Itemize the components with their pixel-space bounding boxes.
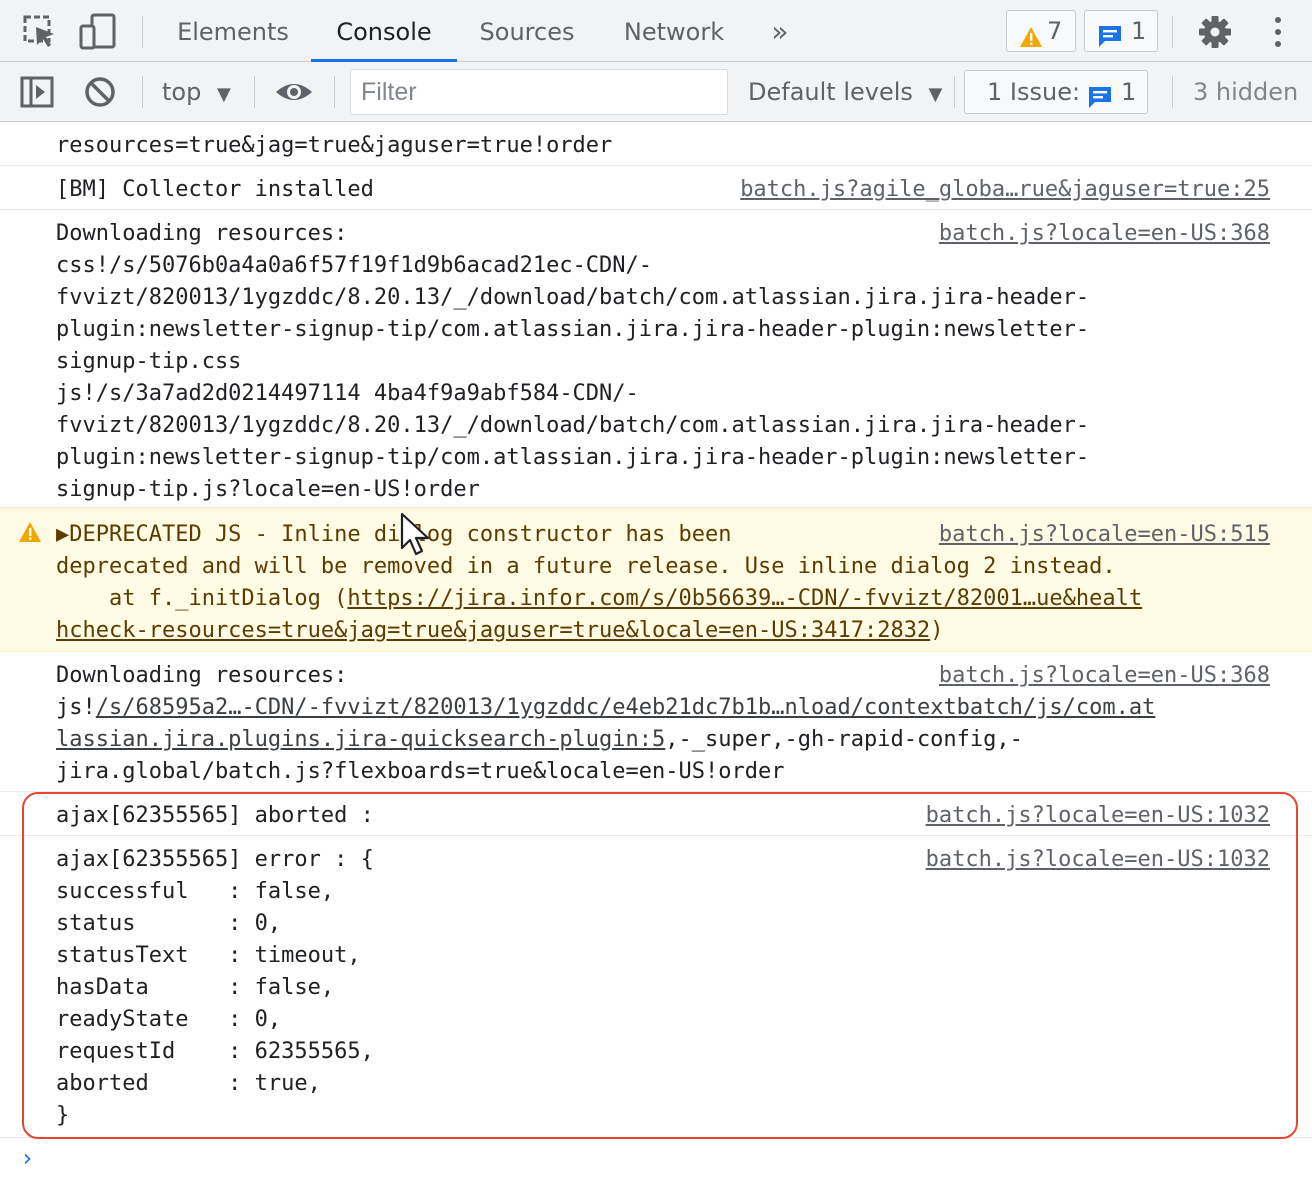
resource-link[interactable]: lassian.jira.plugins.jira-quicksearch-pl… — [56, 727, 665, 752]
source-link[interactable]: batch.js?locale=en-US:368 — [939, 218, 1270, 250]
console-line: ▶DEPRECATED JS - Inline dialog construct… — [56, 522, 732, 547]
console-line: [BM] Collector installed — [56, 177, 374, 202]
tab-elements[interactable]: Elements — [163, 0, 303, 62]
issues-label: 1 Issue: — [987, 78, 1081, 106]
show-sidebar-icon[interactable] — [18, 72, 58, 112]
more-options-icon[interactable] — [1258, 12, 1298, 52]
console-message: Downloading resources: batch.js?locale=e… — [0, 210, 1312, 508]
divider — [334, 76, 335, 108]
stack-frame-suffix: ) — [930, 618, 944, 643]
context-selector[interactable]: top ▼ — [162, 62, 231, 122]
console-line: css!/s/5076b0a4a0a6f57f19f1d9b6acad21ec-… — [56, 253, 653, 278]
tab-network[interactable]: Network — [610, 0, 738, 62]
divider — [142, 76, 143, 108]
source-link[interactable]: batch.js?locale=en-US:1032 — [926, 800, 1270, 832]
warnings-counter[interactable]: 7 — [1006, 10, 1076, 52]
log-levels-label: Default levels — [748, 78, 913, 106]
warning-icon — [1019, 20, 1043, 60]
stack-frame-link[interactable]: https://jira.infor.com/s/0b56639…-CDN/-f… — [347, 586, 1142, 611]
divider — [1172, 76, 1173, 108]
console-line: fvvizt/820013/1ygzddc/8.20.13/_/download… — [56, 285, 1090, 310]
console-message: ajax[62355565] error : { batch.js?locale… — [0, 836, 1312, 1138]
console-warning-message[interactable]: ▶DEPRECATED JS - Inline dialog construct… — [0, 508, 1312, 652]
divider — [142, 16, 143, 48]
settings-gear-icon[interactable] — [1195, 12, 1235, 52]
console-line: js!/s/68595a2…-CDN/-fvvizt/820013/1ygzdd… — [56, 692, 1155, 724]
console-line: status : 0, — [56, 911, 282, 936]
warnings-count: 7 — [1047, 17, 1063, 45]
tab-console[interactable]: Console — [311, 0, 457, 62]
more-tabs-button[interactable]: » — [760, 0, 800, 62]
messages-count: 1 — [1131, 17, 1147, 45]
console-toolbar: top ▼ Default levels ▼ 1 Issue: 1 3 hidd… — [0, 62, 1312, 122]
live-expression-eye-icon[interactable] — [274, 72, 314, 112]
devtools-tab-bar: Elements Console Sources Network » 7 1 — [0, 0, 1312, 62]
console-line: requestId : 62355565, — [56, 1039, 374, 1064]
source-link[interactable]: batch.js?locale=en-US:1032 — [926, 844, 1270, 876]
console-output[interactable]: - - - - resources=true&jag=true&jaguser=… — [0, 122, 1312, 1188]
console-line: resources=true&jag=true&jaguser=true!ord… — [56, 133, 613, 158]
console-line: statusText : timeout, — [56, 943, 361, 968]
tab-sources[interactable]: Sources — [467, 0, 587, 62]
console-message: [BM] Collector installed batch.js?agile_… — [0, 166, 1312, 210]
divider — [954, 76, 955, 108]
console-line: fvvizt/820013/1ygzddc/8.20.13/_/download… — [56, 413, 1090, 438]
console-line: plugin:newsletter-signup-tip/com.atlassi… — [56, 445, 1090, 470]
warning-icon — [18, 521, 42, 549]
message-icon — [1087, 81, 1113, 121]
console-line: successful : false, — [56, 879, 335, 904]
divider — [254, 76, 255, 108]
source-link[interactable]: batch.js?locale=en-US:515 — [939, 519, 1270, 551]
console-line: } — [56, 1103, 70, 1128]
console-line: deprecated and will be removed in a futu… — [56, 554, 1116, 579]
line-suffix: ,-_super,-gh-rapid-config,- — [665, 727, 1023, 752]
console-line: signup-tip.css — [56, 349, 242, 374]
console-line: readyState : 0, — [56, 1007, 282, 1032]
chevron-down-icon: ▼ — [216, 84, 231, 105]
stack-frame-link[interactable]: hcheck-resources=true&jag=true&jaguser=t… — [56, 618, 930, 643]
console-line: hasData : false, — [56, 975, 335, 1000]
source-link[interactable]: batch.js?locale=en-US:368 — [939, 660, 1270, 692]
resource-link[interactable]: /s/68595a2…-CDN/-fvvizt/820013/1ygzddc/e… — [96, 695, 1156, 720]
line-prefix: js! — [56, 695, 96, 720]
console-line: jira.global/batch.js?flexboards=true&loc… — [56, 759, 785, 784]
console-line: Downloading resources: — [56, 221, 348, 246]
device-toolbar-icon[interactable] — [78, 12, 118, 52]
console-message: ajax[62355565] aborted : batch.js?locale… — [0, 792, 1312, 836]
messages-counter[interactable]: 1 — [1084, 10, 1158, 52]
message-icon — [1097, 20, 1123, 60]
console-prompt[interactable]: › — [20, 1142, 34, 1174]
divider — [1172, 16, 1173, 48]
log-levels-dropdown[interactable]: Default levels ▼ — [748, 62, 942, 122]
console-message: - - - - resources=true&jag=true&jaguser=… — [0, 122, 1312, 166]
stack-frame-prefix: at f._initDialog ( — [56, 586, 348, 611]
mouse-cursor-icon — [400, 512, 434, 564]
hidden-count: 3 hidden — [1193, 78, 1299, 106]
console-line: Downloading resources: — [56, 663, 348, 688]
console-line: ajax[62355565] error : { — [56, 847, 374, 872]
console-line: plugin:newsletter-signup-tip/com.atlassi… — [56, 317, 1090, 342]
console-line: hcheck-resources=true&jag=true&jaguser=t… — [56, 615, 943, 647]
context-label: top — [162, 78, 202, 106]
console-line: signup-tip.js?locale=en-US!order — [56, 477, 480, 502]
issues-button[interactable]: 1 Issue: 1 — [964, 70, 1148, 114]
console-line: at f._initDialog (https://jira.infor.com… — [56, 583, 1142, 615]
console-line: lassian.jira.plugins.jira-quicksearch-pl… — [56, 724, 1023, 756]
source-link[interactable]: batch.js?agile_globa…rue&jaguser=true:25 — [740, 174, 1270, 206]
console-line: aborted : true, — [56, 1071, 321, 1096]
inspect-element-icon[interactable] — [20, 12, 60, 52]
console-line: js!/s/3a7ad2d0214497114 4ba4f9a9abf584-C… — [56, 381, 639, 406]
chevron-down-icon: ▼ — [928, 84, 943, 105]
console-message: Downloading resources: batch.js?locale=e… — [0, 652, 1312, 792]
console-line: ajax[62355565] aborted : — [56, 803, 374, 828]
clear-console-icon[interactable] — [80, 72, 120, 112]
issues-count: 1 — [1121, 78, 1137, 106]
filter-input[interactable] — [350, 69, 728, 115]
